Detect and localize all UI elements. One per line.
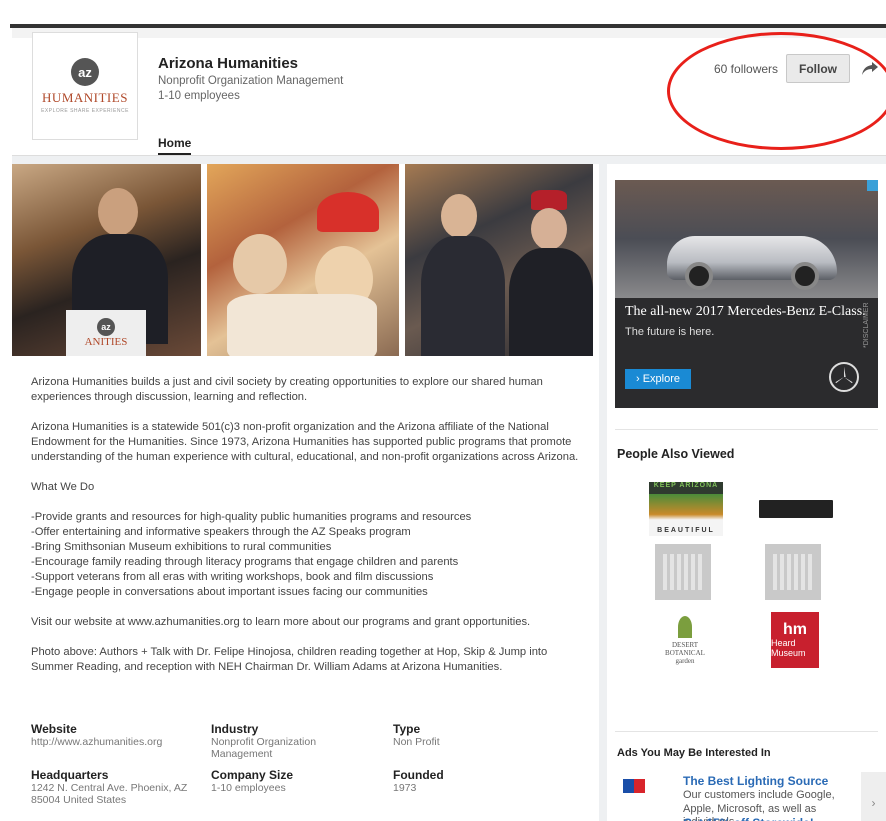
company-header: az HUMANITIES EXPLORE SHARE EXPERIENCE A… [12, 28, 886, 156]
sponsored-ad[interactable]: The all-new 2017 Mercedes-Benz E-Class. … [615, 180, 878, 408]
explore-button[interactable]: › Explore [625, 369, 691, 389]
list-item: -Support veterans from all eras with wri… [31, 571, 434, 583]
ad-image [615, 180, 878, 298]
building-icon [773, 554, 813, 590]
company-industry: Nonprofit Organization Management [158, 75, 344, 87]
tab-home[interactable]: Home [158, 136, 192, 155]
ad-subtitle: The future is here. [625, 326, 715, 338]
mercedes-logo-icon [829, 362, 859, 392]
photo-sign: az ANITIES [66, 310, 146, 356]
detail-founded: Founded 1973 [393, 768, 444, 794]
logo-tagline: EXPLORE SHARE EXPERIENCE [41, 108, 129, 114]
company-page: az HUMANITIES EXPLORE SHARE EXPERIENCE A… [12, 28, 886, 821]
photo-children-reading [207, 164, 399, 356]
right-rail: The all-new 2017 Mercedes-Benz E-Class. … [607, 164, 886, 821]
list-item: -Engage people in conversations about im… [31, 586, 428, 598]
photo-caption: Photo above: Authors + Talk with Dr. Fel… [31, 646, 548, 673]
cover-photos: az ANITIES [12, 164, 599, 356]
ads-you-may-be-interested-heading: Ads You May Be Interested In [617, 747, 771, 759]
header-band [12, 28, 886, 38]
follow-button[interactable]: Follow [786, 54, 850, 83]
company-logo-heard-museum[interactable]: hm Heard Museum [771, 612, 819, 668]
company-logo-keep-arizona-beautiful[interactable]: KEEP ARIZONA BEAUTIFUL [649, 482, 723, 536]
photo-reception [405, 164, 593, 356]
what-we-do-list: -Provide grants and resources for high-q… [31, 510, 587, 600]
company-logo-placeholder[interactable] [765, 544, 821, 600]
company-logo[interactable]: az HUMANITIES EXPLORE SHARE EXPERIENCE [32, 32, 138, 140]
ad-headline-link[interactable]: Get 15% off Storewide! [683, 816, 814, 821]
company-logo-photography[interactable] [759, 482, 833, 536]
next-ad-arrow-icon[interactable]: › [861, 772, 886, 821]
ad-headline-link[interactable]: The Best Lighting Source [683, 774, 828, 788]
advertiser-logo[interactable] [623, 779, 645, 793]
list-item: -Bring Smithsonian Museum exhibitions to… [31, 541, 332, 553]
company-logo-desert-botanical-garden[interactable]: DESERT BOTANICAL garden [657, 612, 713, 668]
detail-headquarters: Headquarters 1242 N. Central Ave. Phoeni… [31, 768, 188, 806]
share-icon[interactable] [862, 60, 878, 76]
ad-disclaimer[interactable]: *DISCLAIMER [863, 288, 870, 348]
about-section: Arizona Humanities builds a just and civ… [31, 375, 587, 690]
company-name: Arizona Humanities [158, 55, 299, 72]
top-bar [0, 0, 886, 28]
about-paragraph: Arizona Humanities is a statewide 501(c)… [31, 421, 579, 463]
photo-author-talk: az ANITIES [12, 164, 201, 356]
what-we-do-heading: What We Do [31, 481, 95, 493]
website-link[interactable]: http://www.azhumanities.org [31, 736, 206, 748]
company-logo-placeholder[interactable] [655, 544, 711, 600]
company-size: 1-10 employees [158, 90, 240, 102]
list-item: -Provide grants and resources for high-q… [31, 511, 472, 523]
detail-industry: Industry Nonprofit Organization Manageme… [211, 722, 317, 760]
list-item: -Offer entertaining and informative spea… [31, 526, 411, 538]
overview-card: az ANITIES Arizona Humanities builds a j… [12, 164, 599, 821]
detail-company-size: Company Size 1-10 employees [211, 768, 294, 794]
logo-word: HUMANITIES [42, 90, 128, 105]
plant-icon [678, 615, 692, 638]
detail-type: Type Non Profit [393, 722, 440, 748]
about-paragraph: Arizona Humanities builds a just and civ… [31, 376, 543, 403]
divider [615, 429, 878, 430]
ad-choices-icon[interactable] [867, 180, 878, 191]
people-also-viewed-heading: People Also Viewed [617, 447, 735, 461]
list-item: -Encourage family reading through litera… [31, 556, 459, 568]
building-icon [663, 554, 703, 590]
visit-website-text: Visit our website at www.azhumanities.or… [31, 616, 531, 628]
logo-circle: az [71, 58, 99, 86]
detail-website: Website http://www.azhumanities.org [31, 722, 206, 748]
followers-count: 60 followers [714, 62, 779, 76]
ad-title: The all-new 2017 Mercedes-Benz E-Class. [625, 304, 866, 319]
divider [615, 731, 878, 732]
annotation-circle [667, 32, 886, 150]
